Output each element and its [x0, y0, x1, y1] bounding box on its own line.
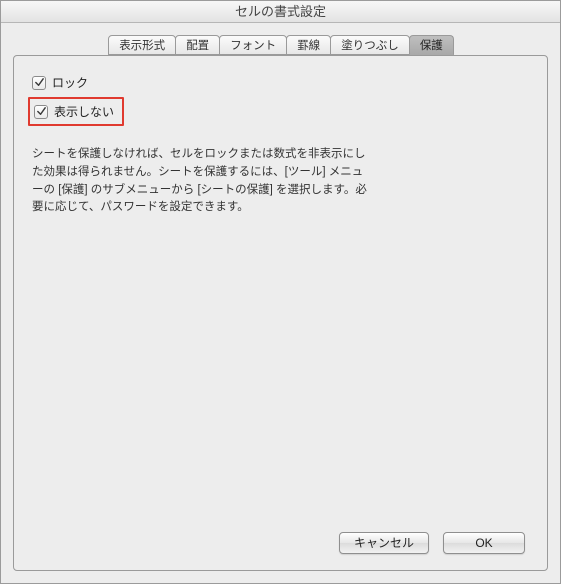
hide-checkbox[interactable]: [34, 105, 48, 119]
lock-label: ロック: [52, 74, 88, 91]
dialog-content: 表示形式 配置 フォント 罫線 塗りつぶし 保護 ロック: [1, 23, 560, 583]
tab-number-format[interactable]: 表示形式: [108, 35, 176, 55]
tab-border[interactable]: 罫線: [286, 35, 331, 55]
format-cells-dialog: セルの書式設定 表示形式 配置 フォント 罫線 塗りつぶし 保護 ロック: [0, 0, 561, 584]
ok-button[interactable]: OK: [443, 532, 525, 554]
hide-checkbox-row: 表示しない: [32, 97, 529, 126]
tab-fill[interactable]: 塗りつぶし: [330, 35, 410, 55]
checkmark-icon: [34, 77, 45, 88]
lock-checkbox-row: ロック: [32, 74, 529, 91]
hide-highlight: 表示しない: [28, 97, 124, 126]
tab-protection[interactable]: 保護: [409, 35, 454, 55]
hide-label: 表示しない: [54, 103, 114, 120]
tab-font[interactable]: フォント: [219, 35, 287, 55]
dialog-button-row: キャンセル OK: [32, 532, 529, 556]
tabstrip: 表示形式 配置 フォント 罫線 塗りつぶし 保護: [13, 33, 548, 55]
lock-checkbox[interactable]: [32, 76, 46, 90]
protection-description: シートを保護しなければ、セルをロックまたは数式を非表示にした効果は得られません。…: [32, 146, 372, 217]
window-title: セルの書式設定: [1, 1, 560, 23]
checkmark-icon: [36, 106, 47, 117]
tab-alignment[interactable]: 配置: [175, 35, 220, 55]
cancel-button[interactable]: キャンセル: [339, 532, 429, 554]
protection-panel: ロック 表示しない シートを保護しなければ、セルをロックまたは数式を非表示にした…: [13, 55, 548, 571]
